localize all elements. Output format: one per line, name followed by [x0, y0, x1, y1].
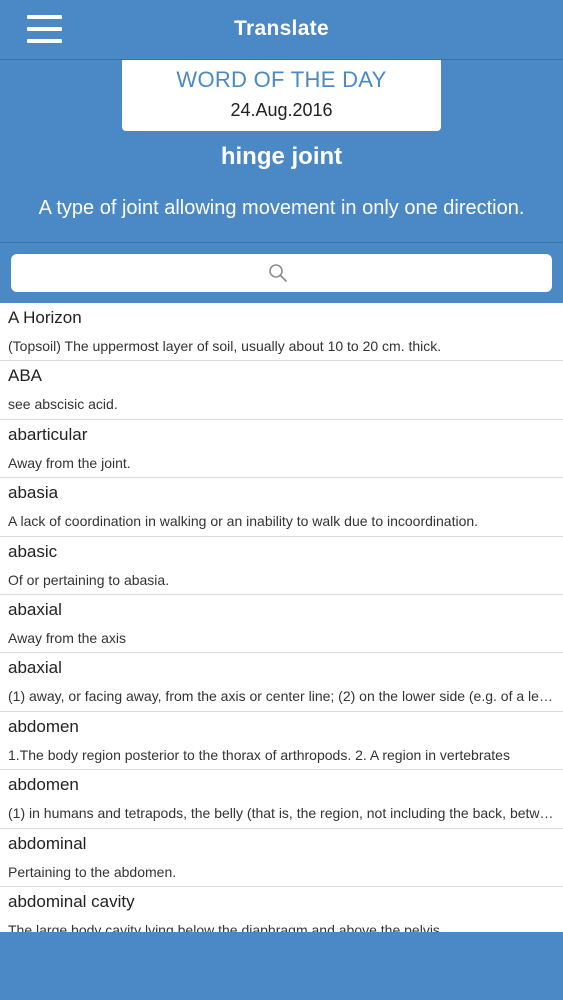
entry-definition: The large body cavity lying below the di…: [8, 921, 444, 932]
word-of-the-day-card: WORD OF THE DAY 24.Aug.2016: [122, 60, 441, 131]
entry-definition: 1.The body region posterior to the thora…: [8, 746, 510, 763]
entry-term: abarticular: [8, 424, 88, 444]
list-item[interactable]: A Horizon (Topsoil) The uppermost layer …: [0, 303, 563, 362]
list-item[interactable]: abaxial (1) away, or facing away, from t…: [0, 653, 563, 712]
entry-term: abdominal cavity: [8, 891, 135, 911]
entry-definition: Away from the axis: [8, 629, 127, 646]
entry-term: abasia: [8, 483, 59, 503]
entry-definition: Pertaining to the abdomen.: [8, 863, 177, 880]
entry-definition: A lack of coordination in walking or an …: [8, 513, 479, 530]
entry-term: abdomen: [8, 775, 79, 795]
word-of-the-day-word[interactable]: hinge joint: [0, 143, 563, 171]
word-of-the-day-date: 24.Aug.2016: [230, 100, 333, 120]
list-item[interactable]: abdomen (1) in humans and tetrapods, the…: [0, 770, 563, 829]
top-navigation-bar: Translate: [0, 0, 563, 60]
search-input[interactable]: [11, 254, 552, 292]
list-item[interactable]: abasic Of or pertaining to abasia.: [0, 537, 563, 595]
entry-definition: (Topsoil) The uppermost layer of soil, u…: [8, 338, 442, 354]
page-title: Translate: [234, 17, 329, 40]
list-item[interactable]: abdominal cavity The large body cavity l…: [0, 887, 563, 932]
list-item[interactable]: abasia A lack of coordination in walking…: [0, 478, 563, 537]
entry-term: abaxial: [8, 658, 62, 678]
word-of-the-day-definition: A type of joint allowing movement in onl…: [38, 197, 525, 219]
entry-term: abdominal: [8, 833, 87, 853]
word-of-the-day-heading: WORD OF THE DAY: [176, 67, 387, 92]
entry-term: abasic: [8, 541, 58, 561]
entry-definition: (1) away, or facing away, from the axis …: [8, 688, 555, 705]
word-of-the-day-panel: WORD OF THE DAY 24.Aug.2016 hinge joint …: [0, 60, 563, 243]
entry-definition: Of or pertaining to abasia.: [8, 571, 170, 588]
list-item[interactable]: abdomen 1.The body region posterior to t…: [0, 712, 563, 771]
list-item[interactable]: abdominal Pertaining to the abdomen.: [0, 829, 563, 887]
list-item[interactable]: abarticular Away from the joint.: [0, 420, 563, 479]
bottom-bar: [0, 932, 563, 1000]
entry-definition: (1) in humans and tetrapods, the belly (…: [8, 805, 555, 822]
search-bar-container: [0, 243, 563, 303]
entry-definition: Away from the joint.: [8, 454, 131, 471]
dictionary-list[interactable]: A Horizon (Topsoil) The uppermost layer …: [0, 303, 563, 932]
entry-term: abaxial: [8, 599, 62, 619]
entry-term: abdomen: [8, 716, 79, 736]
list-item[interactable]: abaxial Away from the axis: [0, 595, 563, 654]
entry-term: A Horizon: [8, 308, 82, 327]
search-icon: [269, 264, 287, 282]
entry-term: ABA: [8, 366, 43, 386]
list-item[interactable]: ABA see abscisic acid.: [0, 361, 563, 420]
entry-definition: see abscisic acid.: [8, 396, 118, 413]
